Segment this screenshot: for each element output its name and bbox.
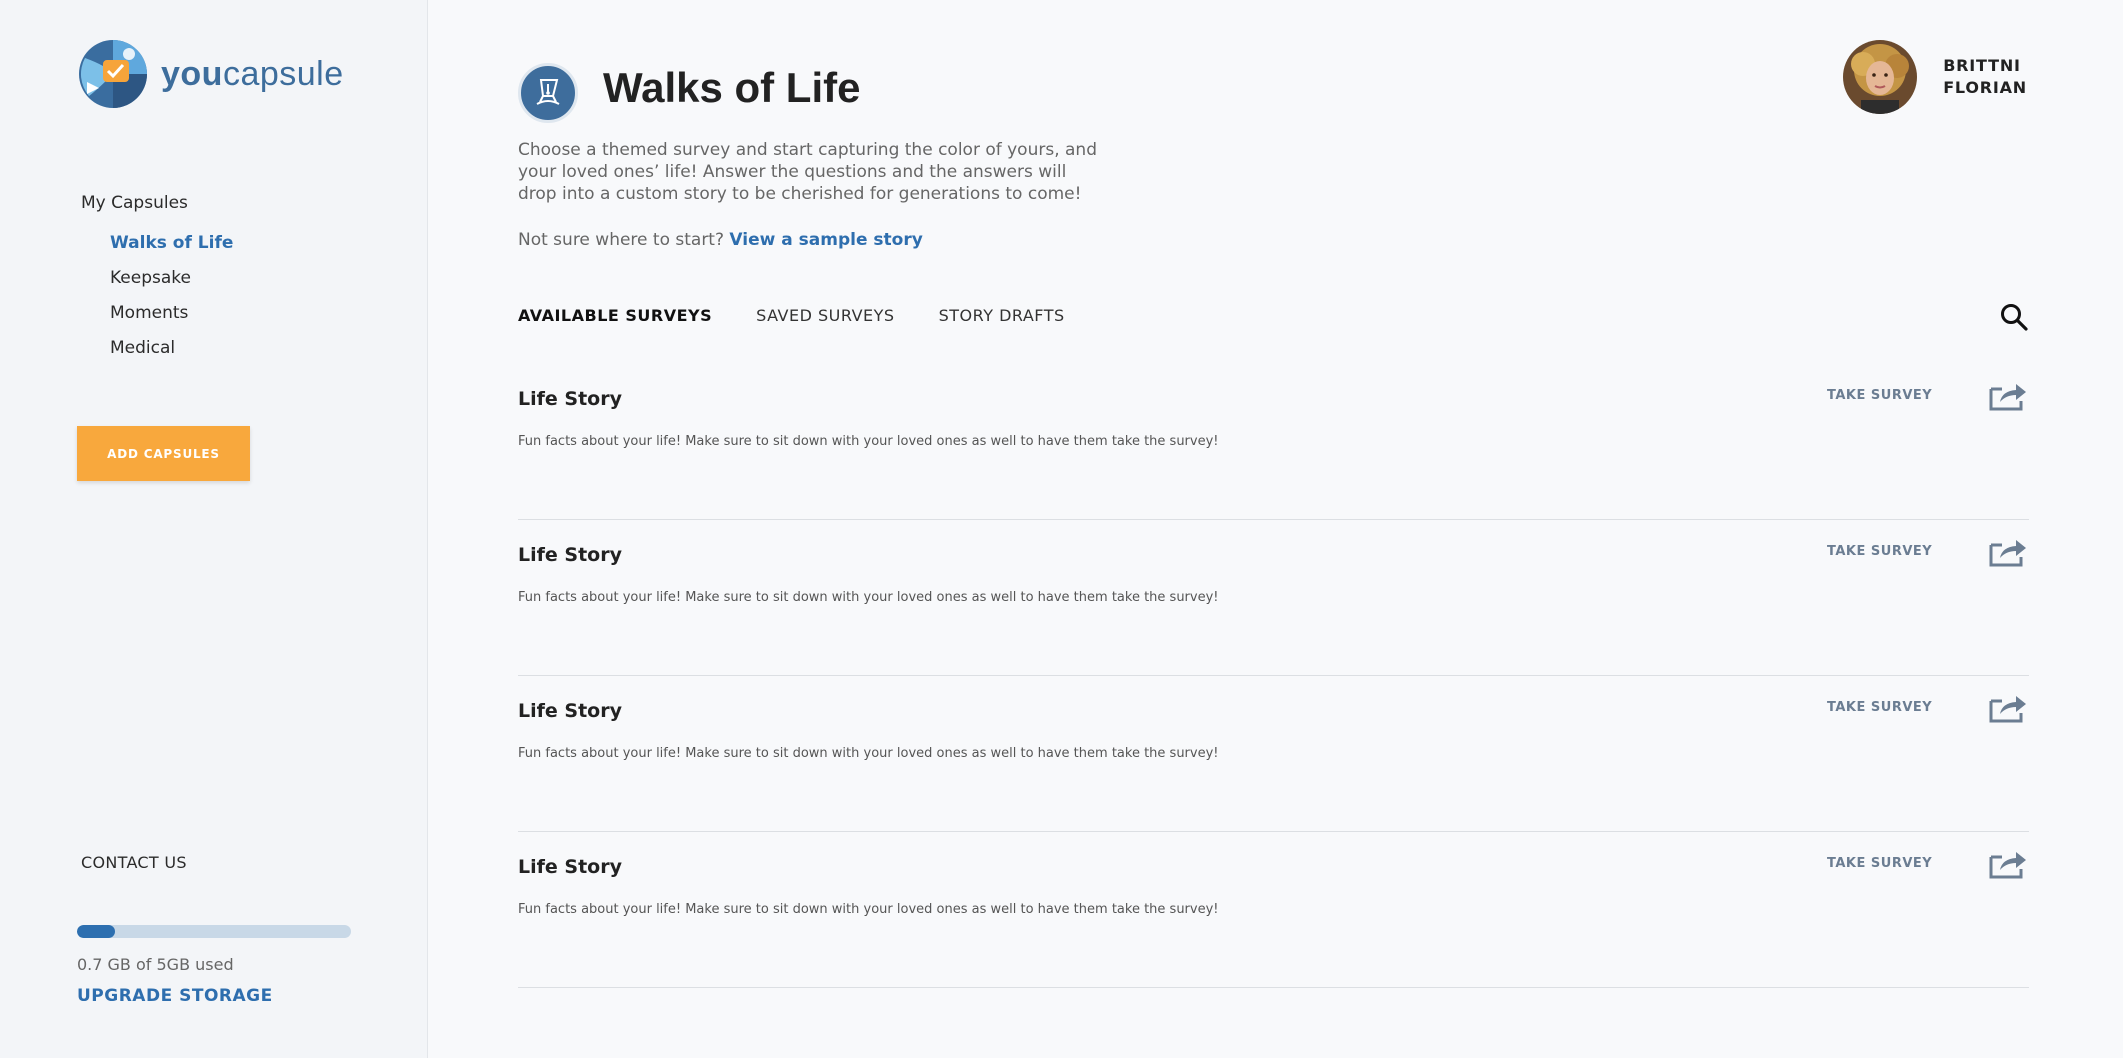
view-sample-story-link[interactable]: View a sample story [729,230,922,250]
user-name: BRITTNI FLORIAN [1943,55,2027,99]
share-icon[interactable] [1988,848,2028,880]
survey-description: Fun facts about your life! Make sure to … [518,746,1219,761]
upgrade-storage-link[interactable]: UPGRADE STORAGE [77,986,273,1006]
avatar[interactable] [1843,40,1918,114]
nav-heading[interactable]: My Capsules [81,193,188,213]
sample-story-line: Not sure where to start? View a sample s… [518,230,923,250]
sidebar-item-medical[interactable]: Medical [110,338,233,373]
user-last-name: FLORIAN [1943,78,2027,97]
survey-description: Fun facts about your life! Make sure to … [518,434,1219,449]
sidebar-item-walks-of-life[interactable]: Walks of Life [110,233,233,268]
share-icon[interactable] [1988,536,2028,568]
capsule-nav: Walks of Life Keepsake Moments Medical [110,233,233,373]
survey-title: Life Story [518,388,622,410]
sample-story-prefix: Not sure where to start? [518,230,725,250]
take-survey-button[interactable]: TAKE SURVEY [1827,544,1932,559]
storage-progress-fill [77,925,116,938]
share-icon[interactable] [1988,380,2028,412]
storage-progress-bar [77,925,351,938]
survey-title: Life Story [518,544,622,566]
contact-us-link[interactable]: CONTACT US [81,853,187,872]
survey-list: Life Story Fun facts about your life! Ma… [518,364,2029,988]
take-survey-button[interactable]: TAKE SURVEY [1827,700,1932,715]
take-survey-button[interactable]: TAKE SURVEY [1827,856,1932,871]
brand-name: youcapsule [161,54,344,93]
sidebar-item-keepsake[interactable]: Keepsake [110,268,233,303]
survey-tabs: AVAILABLE SURVEYS SAVED SURVEYS STORY DR… [518,306,1109,325]
pen-nib-icon [518,63,578,123]
sidebar-item-moments[interactable]: Moments [110,303,233,338]
sidebar: youcapsule My Capsules Walks of Life Kee… [0,0,428,1058]
share-icon[interactable] [1988,692,2028,724]
list-item: Life Story Fun facts about your life! Ma… [518,364,2029,520]
survey-description: Fun facts about your life! Make sure to … [518,902,1219,917]
globe-logo-icon [79,40,147,108]
brand-logo[interactable]: youcapsule [77,38,344,110]
list-item: Life Story Fun facts about your life! Ma… [518,832,2029,988]
add-capsules-button[interactable]: ADD CAPSULES [77,426,250,481]
tab-available-surveys[interactable]: AVAILABLE SURVEYS [518,306,712,325]
user-profile[interactable]: BRITTNI FLORIAN [1843,40,2027,114]
search-icon[interactable] [1999,302,2029,332]
user-first-name: BRITTNI [1943,56,2021,75]
survey-description: Fun facts about your life! Make sure to … [518,590,1219,605]
tab-story-drafts[interactable]: STORY DRAFTS [939,306,1065,325]
page-intro: Choose a themed survey and start capturi… [518,140,1097,204]
take-survey-button[interactable]: TAKE SURVEY [1827,388,1932,403]
survey-title: Life Story [518,700,622,722]
list-item: Life Story Fun facts about your life! Ma… [518,520,2029,676]
survey-title: Life Story [518,856,622,878]
list-item: Life Story Fun facts about your life! Ma… [518,676,2029,832]
storage-usage-text: 0.7 GB of 5GB used [77,955,234,974]
page-title: Walks of Life [603,64,861,111]
tab-saved-surveys[interactable]: SAVED SURVEYS [756,306,894,325]
